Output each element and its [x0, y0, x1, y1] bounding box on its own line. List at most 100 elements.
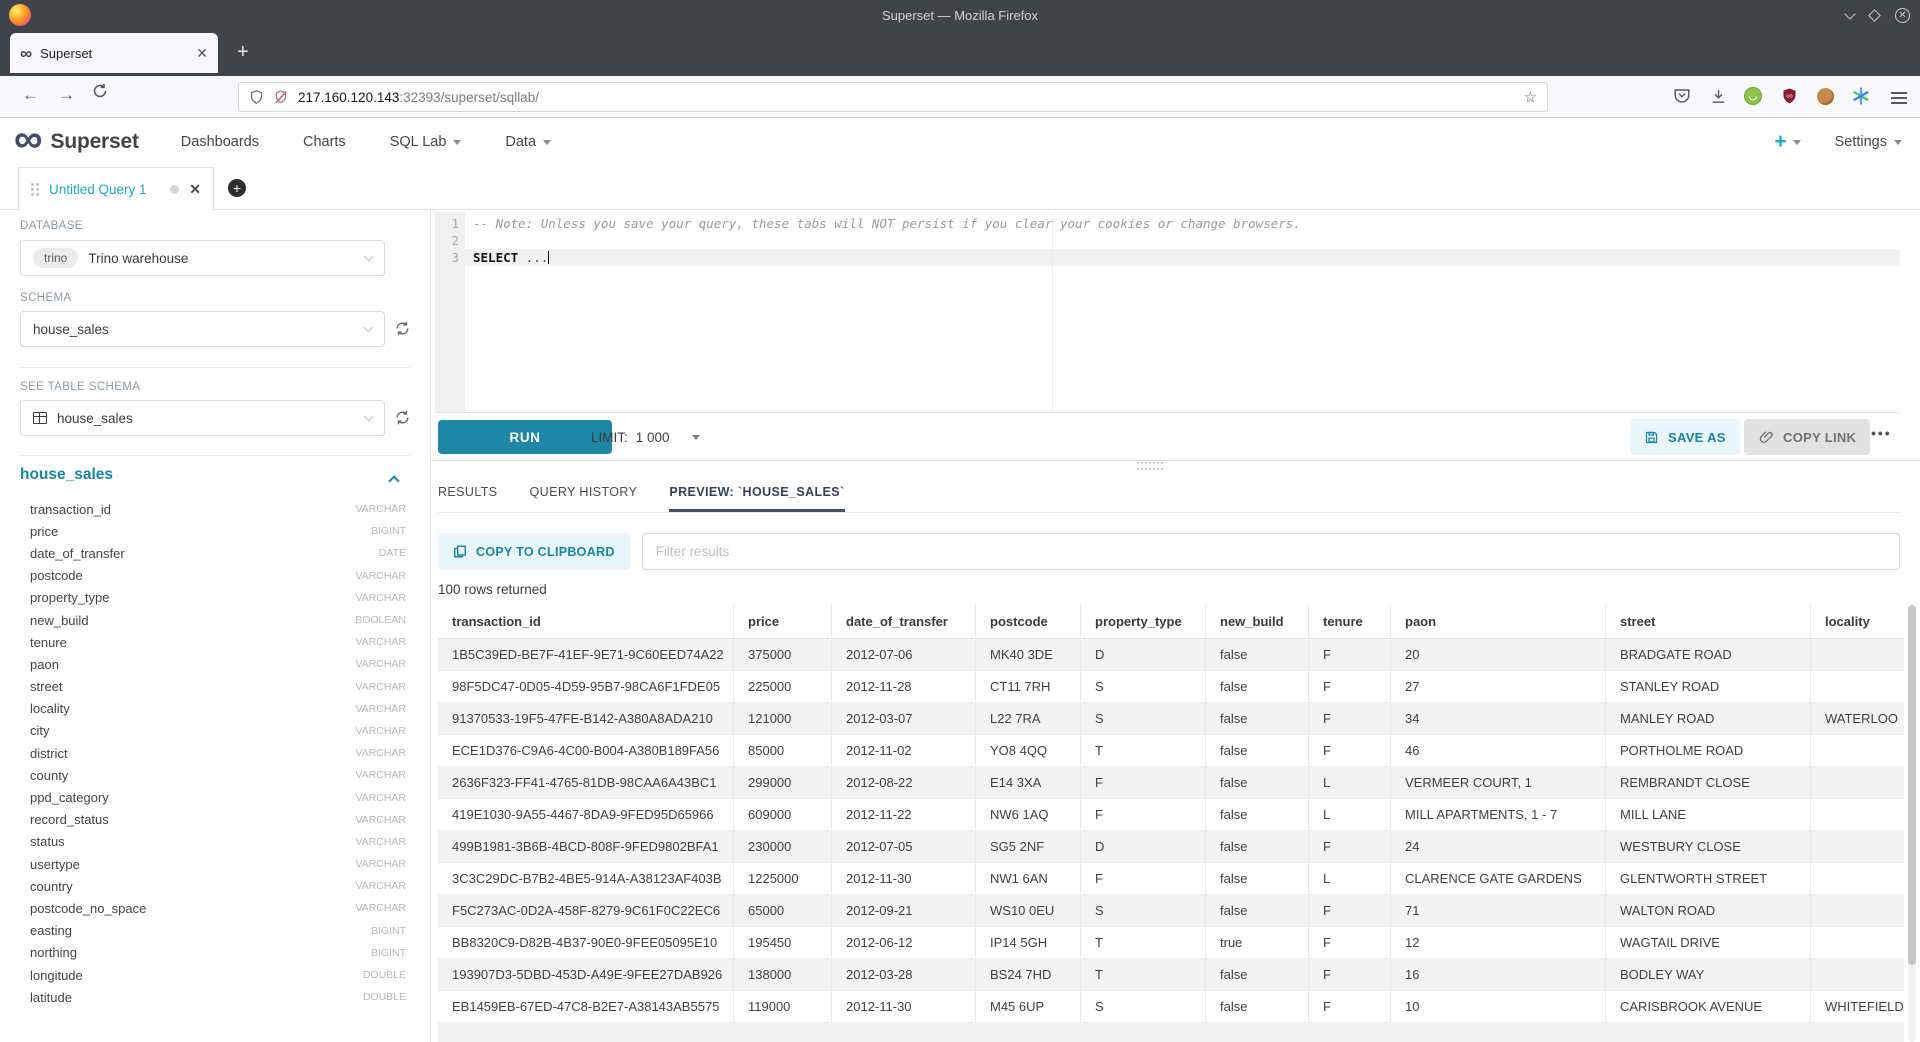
chevron-down-icon — [1793, 140, 1801, 145]
sqllab-sidebar: DATABASE trino Trino warehouse SCHEMA ho… — [0, 210, 431, 1042]
extension-asterisk-icon[interactable] — [1851, 86, 1871, 106]
nav-item-charts[interactable]: Charts — [303, 134, 346, 150]
save-as-button[interactable]: SAVE AS — [1630, 419, 1740, 455]
copy-link-button[interactable]: COPY LINK — [1744, 419, 1870, 455]
table-scrollbar[interactable] — [1908, 605, 1916, 1042]
schema-select[interactable]: house_sales — [20, 311, 385, 347]
schema-column-name: street — [30, 679, 355, 694]
forward-icon[interactable]: → — [58, 85, 75, 105]
result-column-header-property_type[interactable]: property_type — [1081, 605, 1206, 638]
browser-chrome: Superset — Mozilla Firefox ✕ ∞ Superset … — [0, 0, 1920, 76]
nav-item-sql-lab[interactable]: SQL Lab — [390, 134, 462, 150]
window-close-icon[interactable]: ✕ — [1895, 8, 1910, 23]
schema-column-row: postcode_no_spaceVARCHAR — [30, 897, 406, 919]
result-cell: 2012-03-07 — [832, 703, 976, 734]
schema-column-row: cityVARCHAR — [30, 720, 406, 742]
add-query-tab-button[interactable]: + — [228, 179, 246, 197]
table-scrollbar-thumb[interactable] — [1908, 605, 1916, 965]
database-select[interactable]: trino Trino warehouse — [20, 240, 385, 276]
pane-resize-handle[interactable] — [1137, 462, 1163, 470]
refresh-table-icon[interactable] — [394, 409, 412, 427]
save-icon — [1644, 430, 1659, 445]
query-tab-close-icon[interactable]: ✕ — [189, 181, 201, 198]
schema-column-type: VARCHAR — [355, 636, 406, 648]
window-shade-icon[interactable] — [1844, 8, 1855, 19]
schema-column-row: postcodeVARCHAR — [30, 565, 406, 587]
limit-dropdown[interactable]: LIMIT: 1 000 — [591, 413, 700, 461]
url-bar[interactable]: 217.160.120.143:32393/superset/sqllab/ ☆ — [238, 82, 1548, 112]
window-title: Superset — Mozilla Firefox — [882, 8, 1038, 23]
settings-menu[interactable]: Settings — [1835, 134, 1902, 150]
result-cell: F — [1309, 959, 1391, 990]
back-icon[interactable]: ← — [22, 85, 39, 105]
result-table-row-partial — [438, 1023, 1904, 1042]
result-column-header-tenure[interactable]: tenure — [1309, 605, 1391, 638]
window-maximize-icon[interactable] — [1868, 9, 1881, 22]
result-cell: S — [1081, 991, 1206, 1022]
ublock-icon[interactable]: uo — [1779, 86, 1799, 106]
result-column-header-postcode[interactable]: postcode — [976, 605, 1081, 638]
new-tab-button[interactable]: + — [237, 42, 249, 62]
editor-cursor — [548, 251, 549, 264]
superset-logo[interactable]: ∞ Superset — [14, 130, 139, 154]
filter-results-input[interactable] — [642, 533, 1900, 570]
table-schema-title[interactable]: house_sales — [20, 466, 113, 484]
privacy-badger-icon[interactable]: ◡ — [1743, 86, 1763, 106]
result-column-header-new_build[interactable]: new_build — [1206, 605, 1309, 638]
reload-icon[interactable] — [92, 83, 108, 99]
bookmark-star-icon[interactable]: ☆ — [1524, 88, 1537, 106]
schema-column-name: longitude — [30, 968, 363, 983]
downloads-icon[interactable] — [1708, 86, 1728, 106]
browser-tab[interactable]: ∞ Superset ✕ — [10, 33, 218, 73]
tab-query-history[interactable]: QUERY HISTORY — [530, 485, 638, 512]
table-select[interactable]: house_sales — [20, 400, 385, 436]
refresh-schema-icon[interactable] — [394, 320, 412, 338]
query-tab-untitled[interactable]: Untitled Query 1 ✕ — [18, 167, 214, 211]
result-table-row: 193907D3-5DBD-453D-A49E-9FEE27DAB9261380… — [438, 959, 1904, 991]
nav-item-data[interactable]: Data — [505, 134, 551, 150]
sql-editor[interactable]: 1 2 3 -- Note: Unless you save your quer… — [435, 212, 1900, 413]
result-cell: F5C273AC-0D2A-458F-8279-9C61F0C22EC6 — [438, 895, 734, 926]
schema-column-row: northingBIGINT — [30, 942, 406, 964]
result-column-header-price[interactable]: price — [734, 605, 832, 638]
tab-preview-house-sales[interactable]: PREVIEW: `HOUSE_SALES` — [669, 485, 844, 512]
result-cell: NW1 6AN — [976, 863, 1081, 894]
collapse-table-icon[interactable] — [388, 475, 399, 486]
result-table-row: 499B1981-3B6B-4BCD-808F-9FED9802BFA12300… — [438, 831, 1904, 863]
copy-to-clipboard-button[interactable]: COPY TO CLIPBOARD — [438, 533, 630, 570]
site-info-shield-icon[interactable] — [249, 89, 264, 105]
limit-value: 1 000 — [636, 430, 670, 445]
result-cell: 24 — [1391, 831, 1606, 862]
new-dropdown-button[interactable]: + — [1774, 130, 1800, 154]
result-cell: false — [1206, 767, 1309, 798]
query-tab-bar: Untitled Query 1 ✕ + — [0, 166, 1920, 210]
result-cell: 2012-11-02 — [832, 735, 976, 766]
result-column-header-locality[interactable]: locality — [1811, 605, 1904, 638]
result-column-header-date_of_transfer[interactable]: date_of_transfer — [832, 605, 976, 638]
result-cell: WALTON ROAD — [1606, 895, 1811, 926]
schema-column-row: new_buildBOOLEAN — [30, 609, 406, 631]
nav-item-dashboards[interactable]: Dashboards — [181, 134, 259, 150]
schema-value: house_sales — [33, 322, 355, 337]
menu-hamburger-icon[interactable] — [1889, 86, 1909, 106]
result-cell: ECE1D376-C9A6-4C00-B004-A380B189FA56 — [438, 735, 734, 766]
result-column-header-street[interactable]: street — [1606, 605, 1811, 638]
run-button[interactable]: RUN — [438, 420, 612, 454]
pocket-icon[interactable] — [1672, 86, 1692, 106]
result-cell: F — [1309, 703, 1391, 734]
schema-column-row: statusVARCHAR — [30, 831, 406, 853]
result-cell: 119000 — [734, 991, 832, 1022]
result-table-row: BB8320C9-D82B-4B37-90E0-9FEE05095E101954… — [438, 927, 1904, 959]
result-cell: IP14 5GH — [976, 927, 1081, 958]
result-column-header-paon[interactable]: paon — [1391, 605, 1606, 638]
tab-close-icon[interactable]: ✕ — [196, 45, 208, 62]
permissions-blocked-icon[interactable] — [273, 89, 289, 105]
result-column-header-transaction_id[interactable]: transaction_id — [438, 605, 734, 638]
more-options-button[interactable]: ••• — [1871, 425, 1892, 441]
schema-column-row: latitudeDOUBLE — [30, 986, 406, 1008]
result-cell: F — [1309, 735, 1391, 766]
drag-handle-icon[interactable] — [31, 183, 34, 186]
cookie-extension-icon[interactable] — [1815, 86, 1835, 106]
tab-results[interactable]: RESULTS — [438, 485, 498, 512]
url-text[interactable]: 217.160.120.143:32393/superset/sqllab/ — [298, 90, 1515, 105]
